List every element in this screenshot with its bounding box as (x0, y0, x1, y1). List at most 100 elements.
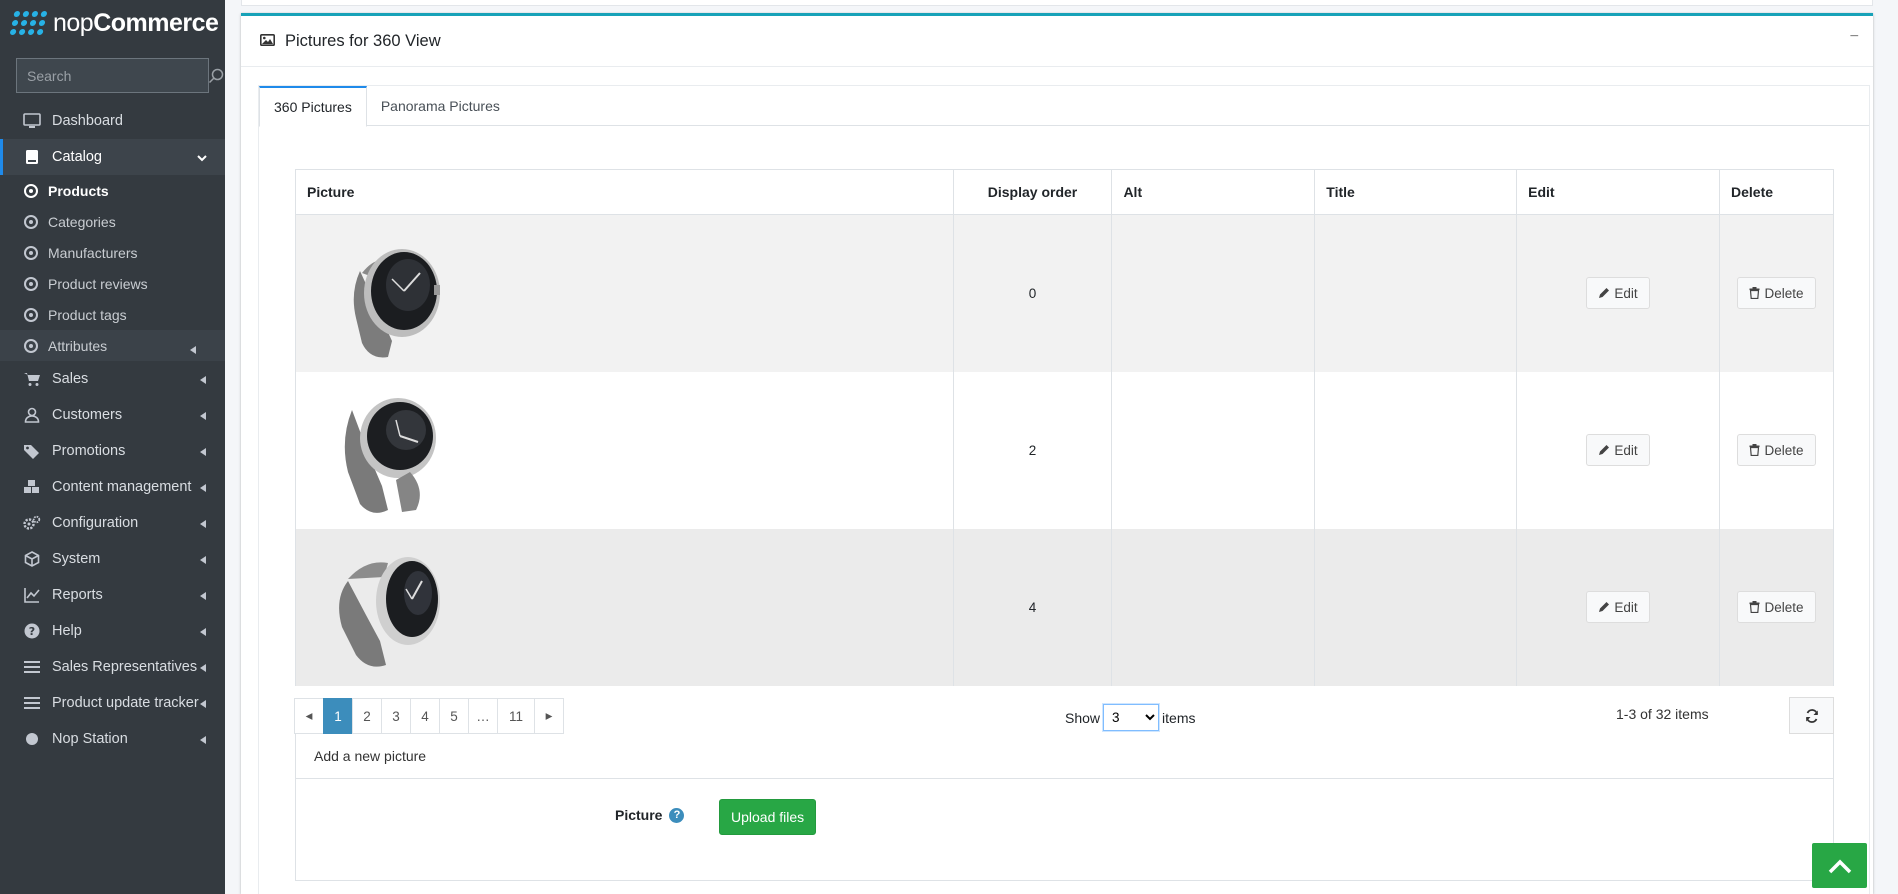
column-header-display-order[interactable]: Display order (952, 169, 1113, 215)
page-button-5[interactable]: 5 (439, 698, 469, 734)
edit-label: Edit (1614, 599, 1638, 615)
card-title: Pictures for 360 View (285, 31, 441, 50)
sidebar-item-help[interactable]: ? Help (0, 613, 225, 649)
search-input[interactable] (17, 67, 208, 84)
trash-icon (1749, 601, 1760, 613)
sidebar-item-catalog[interactable]: Catalog (0, 139, 225, 175)
delete-button[interactable]: Delete (1737, 277, 1816, 310)
watch-thumbnail[interactable] (322, 380, 452, 520)
trash-icon (1749, 444, 1760, 456)
edit-cell: Edit (1516, 528, 1720, 686)
watch-thumbnail[interactable] (322, 537, 452, 677)
delete-label: Delete (1764, 599, 1804, 615)
sidebar-item-product-reviews[interactable]: Product reviews (0, 268, 225, 299)
page-button-4[interactable]: 4 (410, 698, 440, 734)
display-order-cell: 4 (952, 528, 1113, 686)
page-size-select[interactable]: 3 (1103, 704, 1160, 731)
column-header-picture[interactable]: Picture (295, 169, 954, 215)
page-button-3[interactable]: 3 (381, 698, 411, 734)
delete-cell: Delete (1719, 214, 1834, 372)
upload-files-button[interactable]: Upload files (719, 799, 817, 835)
sidebar-item-sales[interactable]: Sales (0, 361, 225, 397)
circle-dot-icon (22, 244, 40, 262)
pencil-icon (1599, 445, 1610, 455)
gears-icon (22, 514, 42, 532)
sidebar-item-reports[interactable]: Reports (0, 577, 225, 613)
column-header-edit: Edit (1516, 169, 1720, 215)
pictures-360-card: Pictures for 360 View − 360 Pictures Pan… (241, 13, 1873, 894)
user-icon (22, 406, 42, 424)
logo-mark-icon (9, 11, 48, 35)
sidebar-item-content-management[interactable]: Content management (0, 469, 225, 505)
scroll-to-top-button[interactable] (1812, 843, 1867, 888)
card-header[interactable]: Pictures for 360 View − (241, 16, 1873, 67)
brand-logo[interactable]: nopCommerce (0, 0, 225, 46)
table-row: 4 Edit Delete (295, 528, 1834, 686)
sidebar-item-promotions[interactable]: Promotions (0, 433, 225, 469)
chevron-left-icon (199, 589, 207, 605)
refresh-button[interactable] (1789, 697, 1834, 734)
show-label: Show (1065, 709, 1101, 726)
edit-button[interactable]: Edit (1586, 591, 1650, 623)
collapse-button[interactable]: − (1850, 28, 1859, 46)
chevron-left-icon (199, 625, 207, 641)
sidebar-item-label: Product update tracker (52, 695, 199, 711)
page-button-2[interactable]: 2 (352, 698, 382, 734)
line-chart-icon (22, 586, 42, 604)
chevron-left-icon (199, 661, 207, 677)
pencil-icon (1599, 602, 1610, 612)
circle-icon (22, 730, 42, 748)
add-picture-body: Picture ? Upload files (296, 779, 1833, 879)
picture-cell (295, 371, 954, 529)
sidebar-item-dashboard[interactable]: Dashboard (0, 103, 225, 139)
circle-dot-icon (22, 337, 40, 355)
sidebar-nav: Dashboard Catalog Products Categories Ma… (0, 103, 225, 757)
sidebar-item-label: Promotions (52, 443, 126, 459)
tab-panorama-pictures[interactable]: Panorama Pictures (367, 86, 514, 126)
search-icon[interactable] (208, 68, 224, 84)
sidebar-item-product-tags[interactable]: Product tags (0, 299, 225, 330)
sidebar-item-label: Nop Station (52, 731, 128, 747)
watch-thumbnail[interactable] (322, 223, 452, 363)
sidebar-item-attributes[interactable]: Attributes (0, 330, 225, 361)
sidebar-item-system[interactable]: System (0, 541, 225, 577)
sidebar-item-label: Product tags (48, 306, 127, 323)
picture-tabs: 360 Pictures Panorama Pictures Picture D… (258, 85, 1870, 894)
picture-label-text: Picture (615, 807, 663, 823)
chevron-left-icon (199, 481, 207, 497)
page-button-11[interactable]: 11 (497, 698, 535, 734)
tab-360-pictures[interactable]: 360 Pictures (259, 86, 367, 127)
sidebar-item-products[interactable]: Products (0, 175, 225, 206)
delete-label: Delete (1764, 285, 1804, 301)
sidebar-item-categories[interactable]: Categories (0, 206, 225, 237)
edit-cell: Edit (1516, 214, 1720, 372)
sidebar-item-nop-station[interactable]: Nop Station (0, 721, 225, 757)
delete-button[interactable]: Delete (1737, 434, 1816, 466)
delete-cell: Delete (1719, 528, 1834, 686)
title-cell (1314, 528, 1518, 686)
column-header-title[interactable]: Title (1314, 169, 1518, 215)
page-button-1[interactable]: 1 (323, 698, 353, 734)
sidebar-item-manufacturers[interactable]: Manufacturers (0, 237, 225, 268)
page-ellipsis-button[interactable]: … (468, 698, 498, 734)
add-picture-panel: Add a new picture Picture ? Upload files (295, 734, 1834, 881)
sidebar-item-customers[interactable]: Customers (0, 397, 225, 433)
sidebar-item-sales-representatives[interactable]: Sales Representatives (0, 649, 225, 685)
sidebar-item-configuration[interactable]: Configuration (0, 505, 225, 541)
prev-page-button[interactable]: ◂ (294, 698, 324, 734)
edit-button[interactable]: Edit (1586, 434, 1650, 466)
sidebar-item-label: Content management (52, 479, 192, 495)
chevron-left-icon (199, 373, 207, 389)
chevron-up-icon (1828, 859, 1851, 873)
sidebar-item-product-update-tracker[interactable]: Product update tracker (0, 685, 225, 721)
help-icon[interactable]: ? (669, 807, 685, 823)
chevron-left-icon (199, 445, 207, 461)
delete-button[interactable]: Delete (1737, 591, 1816, 623)
edit-button[interactable]: Edit (1586, 277, 1650, 310)
next-page-button[interactable]: ▸ (534, 698, 564, 734)
alt-cell (1111, 214, 1316, 372)
sidebar-item-label: Product reviews (48, 275, 148, 292)
column-header-alt[interactable]: Alt (1111, 169, 1316, 215)
sidebar-item-label: Help (52, 623, 82, 639)
sidebar-item-label: Customers (52, 407, 123, 423)
